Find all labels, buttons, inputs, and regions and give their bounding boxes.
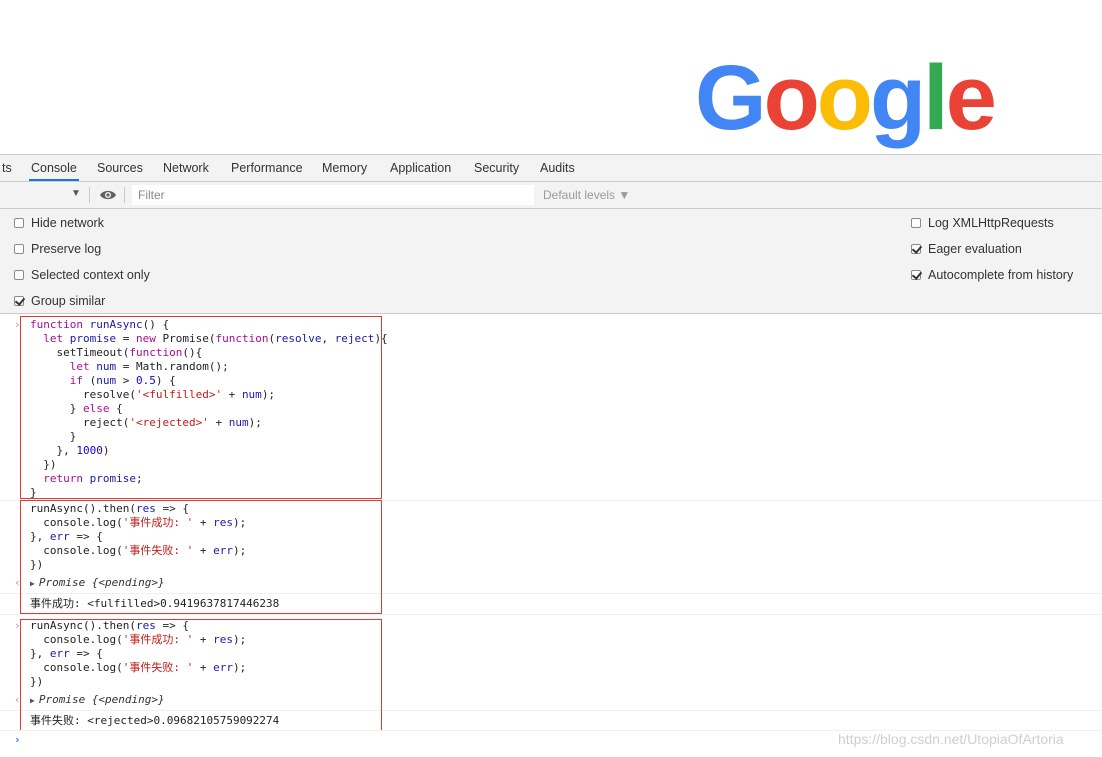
hide-network-checkbox[interactable]: [14, 218, 24, 228]
entry-divider: [0, 614, 1102, 615]
eye-icon[interactable]: [99, 188, 117, 202]
selected-context-only-option[interactable]: Selected context only: [14, 267, 150, 283]
logo-letter: o: [816, 47, 873, 149]
log-xmlhttprequests-option[interactable]: Log XMLHttpRequests: [911, 215, 1054, 231]
tab-performance[interactable]: Performance: [229, 155, 305, 181]
console-settings-pane: Hide network Preserve log Selected conte…: [0, 209, 1102, 314]
tab-console[interactable]: Console: [29, 155, 79, 181]
log-xmlhttprequests-checkbox[interactable]: [911, 218, 921, 228]
google-logo: Google: [695, 52, 997, 144]
group-similar-option[interactable]: Group similar: [14, 293, 105, 309]
devtools-tab-bar: ts Console Sources Network Performance M…: [0, 154, 1102, 182]
logo-letter: g: [869, 47, 926, 149]
logo-letter: l: [923, 47, 949, 149]
autocomplete-from-history-option[interactable]: Autocomplete from history: [911, 267, 1073, 283]
selected-context-only-checkbox[interactable]: [14, 270, 24, 280]
tab-sources[interactable]: Sources: [95, 155, 145, 181]
tab-memory[interactable]: Memory: [320, 155, 369, 181]
group-similar-checkbox[interactable]: [14, 296, 24, 306]
preserve-log-option[interactable]: Preserve log: [14, 241, 101, 257]
default-levels-dropdown[interactable]: Default levels ▼: [543, 188, 630, 202]
watermark: https://blog.csdn.net/UtopiaOfArtoria: [838, 731, 1064, 747]
tab-network[interactable]: Network: [161, 155, 211, 181]
console-toolbar: ▼ Default levels ▼: [0, 182, 1102, 209]
autocomplete-from-history-label: Autocomplete from history: [928, 268, 1074, 282]
tab-audits[interactable]: Audits: [538, 155, 577, 181]
highlight-box: [20, 500, 382, 614]
eager-evaluation-label: Eager evaluation: [928, 242, 1022, 256]
highlight-box: [20, 316, 382, 499]
console-output[interactable]: › function runAsync() { let promise = ne…: [0, 314, 1102, 757]
group-similar-label: Group similar: [31, 294, 106, 308]
eager-evaluation-checkbox[interactable]: [911, 244, 921, 254]
selected-context-only-label: Selected context only: [31, 268, 150, 282]
toolbar-divider: [89, 187, 90, 203]
preserve-log-label: Preserve log: [31, 242, 102, 256]
tab-application[interactable]: Application: [388, 155, 453, 181]
tab-elements-partial[interactable]: ts: [0, 155, 14, 181]
filter-input[interactable]: [132, 185, 534, 205]
logo-letter: o: [763, 47, 820, 149]
tab-security[interactable]: Security: [472, 155, 521, 181]
autocomplete-from-history-checkbox[interactable]: [911, 270, 921, 280]
log-xmlhttprequests-label: Log XMLHttpRequests: [928, 216, 1054, 230]
preserve-log-checkbox[interactable]: [14, 244, 24, 254]
eager-evaluation-option[interactable]: Eager evaluation: [911, 241, 1022, 257]
hide-network-label: Hide network: [31, 216, 104, 230]
toolbar-divider: [124, 187, 125, 203]
console-prompt-icon[interactable]: ›: [14, 733, 21, 746]
logo-letter: e: [945, 47, 997, 149]
highlight-box: [20, 619, 382, 731]
hide-network-option[interactable]: Hide network: [14, 215, 104, 231]
context-dropdown-icon[interactable]: ▼: [71, 188, 81, 199]
logo-letter: G: [695, 47, 767, 149]
